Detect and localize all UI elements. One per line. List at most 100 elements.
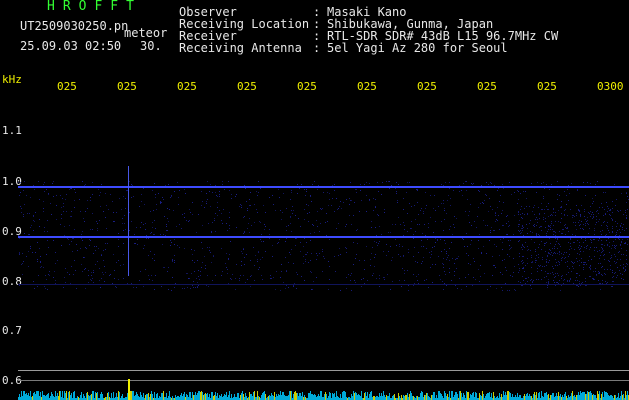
noise-pixel [617,267,618,268]
noise-pixel [532,211,533,212]
noise-pixel [323,256,324,257]
noise-pixel [200,271,201,272]
noise-pixel [424,280,425,281]
floor-bar [177,396,178,400]
noise-pixel [116,212,117,213]
noise-pixel [191,273,192,274]
floor-bar [366,396,367,400]
floor-bar [333,394,334,400]
floor-bar [420,393,421,400]
noise-pixel [510,248,511,249]
noise-pixel [527,213,528,214]
noise-pixel [339,206,340,207]
noise-pixel [244,232,245,233]
noise-pixel [513,272,514,273]
noise-pixel [367,280,368,281]
noise-pixel [376,242,377,243]
noise-pixel [577,280,578,281]
noise-pixel [536,234,537,235]
noise-pixel [163,234,164,235]
noise-pixel [181,228,182,229]
floor-bar [525,396,526,400]
noise-pixel [90,240,91,241]
noise-pixel [329,239,330,240]
noise-pixel [512,276,513,277]
noise-pixel [68,239,69,240]
floor-bar [89,396,90,400]
floor-bar [168,396,169,400]
noise-pixel [422,261,423,262]
floor-bar [562,395,563,400]
noise-pixel [184,288,185,289]
noise-pixel [553,208,554,209]
noise-pixel [572,262,573,263]
noise-pixel [259,267,260,268]
x-tick: 025 [417,80,437,93]
noise-pixel [172,277,173,278]
noise-pixel [70,283,71,284]
floor-bar [592,395,593,400]
noise-pixel [327,192,328,193]
noise-pixel [469,211,470,212]
noise-pixel [545,243,546,244]
noise-pixel [532,262,533,263]
noise-pixel [73,238,74,239]
noise-pixel [612,270,613,271]
noise-pixel [477,216,478,217]
noise-pixel [558,261,559,262]
noise-pixel [500,239,501,240]
noise-pixel [530,285,531,286]
noise-pixel [415,261,416,262]
noise-pixel [564,279,565,280]
floor-bar [555,396,556,400]
noise-pixel [301,184,302,185]
noise-pixel [191,249,192,250]
noise-pixel [374,266,375,267]
noise-pixel [501,213,502,214]
noise-pixel [554,252,555,253]
noise-pixel [168,184,169,185]
floor-bar [181,393,182,400]
noise-pixel [421,263,422,264]
noise-pixel [317,189,318,190]
noise-pixel [253,247,254,248]
noise-pixel [139,280,140,281]
noise-pixel [522,228,523,229]
noise-pixel [553,268,554,269]
noise-pixel [90,197,91,198]
noise-pixel [37,259,38,260]
noise-pixel [547,287,548,288]
floor-bar [605,392,606,400]
noise-pixel [421,208,422,209]
floor-bar [401,395,402,400]
noise-pixel [265,226,266,227]
floor-bar [599,391,600,400]
noise-pixel [244,257,245,258]
noise-pixel [579,281,580,282]
noise-pixel [101,254,102,255]
noise-pixel [198,285,199,286]
noise-pixel [605,214,606,215]
noise-pixel [435,210,436,211]
floor-bar [240,395,241,400]
noise-pixel [600,289,601,290]
noise-pixel [604,269,605,270]
floor-bar [310,391,311,400]
noise-pixel [118,246,119,247]
floor-bar [467,392,468,400]
noise-pixel [235,278,236,279]
noise-pixel [561,206,562,207]
noise-pixel [570,209,571,210]
noise-pixel [571,271,572,272]
floor-bar [461,393,462,400]
noise-pixel [521,247,522,248]
noise-pixel [37,286,38,287]
floor-bar [552,393,553,400]
noise-pixel [488,211,489,212]
noise-pixel [608,208,609,209]
noise-pixel [584,209,585,210]
noise-pixel [518,272,519,273]
noise-pixel [592,218,593,219]
floor-bar [229,391,230,400]
noise-pixel [406,192,407,193]
